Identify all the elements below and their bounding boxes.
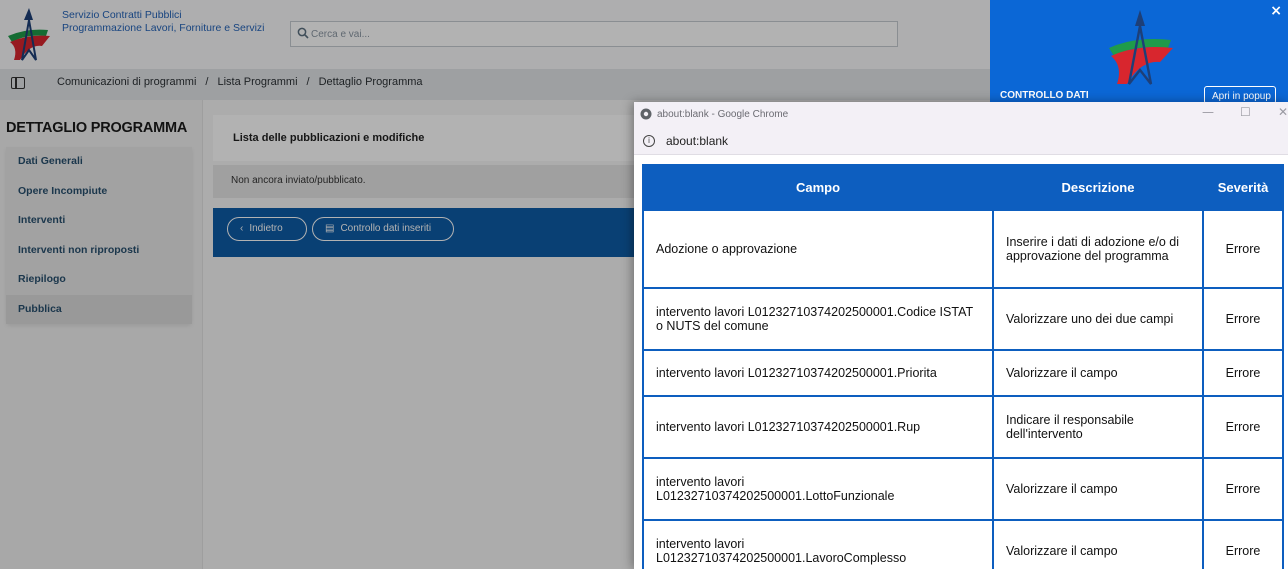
cell-campo: intervento lavori L01232710374202500001.… [642,395,994,459]
cell-descrizione: Valorizzare il campo [992,457,1204,521]
cell-campo: Adozione o approvazione [642,209,994,289]
cell-campo: intervento lavori L01232710374202500001.… [642,349,994,397]
table-header-row: Campo Descrizione Severità [642,164,1284,211]
cell-severita: Errore [1202,209,1284,289]
table-row: intervento lavori L01232710374202500001.… [642,519,1284,569]
table-row: intervento lavori L01232710374202500001.… [642,349,1284,397]
data-check-panel: × CONTROLLO DATI Apri in popup [990,0,1288,104]
table-row: intervento lavori L01232710374202500001.… [642,287,1284,351]
maximize-icon[interactable]: ☐ [1240,105,1251,119]
column-header-descrizione: Descrizione [992,164,1204,211]
popup-window: about:blank - Google Chrome — ☐ ✕ i abou… [634,102,1288,569]
column-header-campo: Campo [642,164,994,211]
cell-descrizione: Valorizzare il campo [992,519,1204,569]
validation-table-wrapper: Campo Descrizione Severità Adozione o ap… [642,164,1284,569]
column-header-severita: Severità [1202,164,1284,211]
cell-campo: intervento lavori L01232710374202500001.… [642,519,994,569]
table-row: Adozione o approvazione Inserire i dati … [642,209,1284,289]
chrome-icon [640,108,652,120]
window-close-icon[interactable]: ✕ [1278,105,1288,119]
table-row: intervento lavori L01232710374202500001.… [642,395,1284,459]
cell-descrizione: Valorizzare uno dei due campi [992,287,1204,351]
cell-severita: Errore [1202,287,1284,351]
validation-table: Campo Descrizione Severità Adozione o ap… [642,164,1284,569]
cell-campo: intervento lavori L01232710374202500001.… [642,457,994,521]
close-icon[interactable]: × [1270,3,1282,19]
cell-severita: Errore [1202,349,1284,397]
cell-severita: Errore [1202,395,1284,459]
cell-severita: Errore [1202,519,1284,569]
cell-descrizione: Valorizzare il campo [992,349,1204,397]
table-row: intervento lavori L01232710374202500001.… [642,457,1284,521]
cell-severita: Errore [1202,457,1284,521]
panel-title: CONTROLLO DATI [1000,90,1089,101]
cell-descrizione: Indicare il responsabile dell'intervento [992,395,1204,459]
url-text[interactable]: about:blank [666,134,728,148]
panel-logo-icon [1109,10,1173,85]
address-bar[interactable]: i about:blank [634,128,1288,155]
window-title: about:blank - Google Chrome [657,109,789,120]
cell-descrizione: Inserire i dati di adozione e/o di appro… [992,209,1204,289]
cell-campo: intervento lavori L01232710374202500001.… [642,287,994,351]
window-title-bar: about:blank - Google Chrome — ☐ ✕ [634,102,1288,128]
info-icon[interactable]: i [643,135,655,147]
minimize-icon[interactable]: — [1202,105,1214,119]
